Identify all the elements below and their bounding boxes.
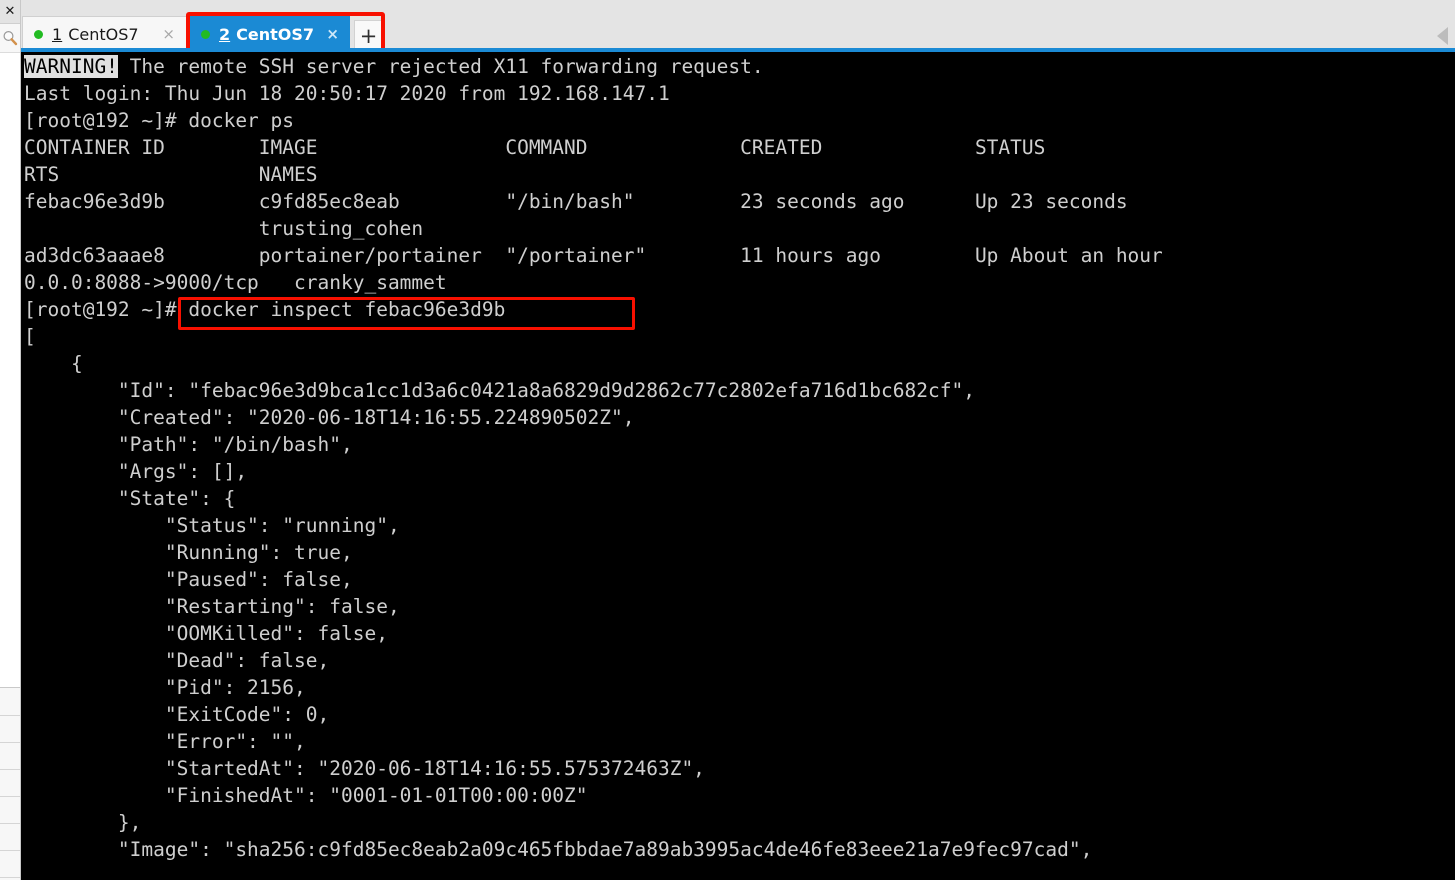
plus-icon: +	[359, 24, 378, 48]
terminal-line-json-error: "Error": "",	[24, 730, 306, 753]
close-icon[interactable]: ✕	[0, 0, 20, 24]
tab-index-label: 2	[219, 24, 231, 44]
terminal-app-window: ✕ 1 CentOS7 × 2 CentOS7 × + WARNING! The…	[0, 0, 1455, 880]
terminal-line-json-id: "Id": "febac96e3d9bca1cc1d3a6c0421a8a682…	[24, 379, 975, 402]
warning-badge: WARNING!	[24, 55, 118, 78]
terminal-line-json-paused: "Paused": false,	[24, 568, 353, 591]
tab-centos7-2[interactable]: 2 CentOS7 ×	[190, 16, 350, 52]
list-item[interactable]	[0, 851, 20, 878]
terminal-line-last-login: Last login: Thu Jun 18 20:50:17 2020 fro…	[24, 82, 670, 105]
list-item[interactable]	[0, 743, 20, 770]
terminal-line-json-state-open: "State": {	[24, 487, 236, 510]
close-icon-glyph: ✕	[4, 4, 16, 19]
terminal-line-json-restarting: "Restarting": false,	[24, 595, 400, 618]
terminal-line-json-finishedat: "FinishedAt": "0001-01-01T00:00:00Z"	[24, 784, 588, 807]
terminal-line-ps-header-2: RTS NAMES	[24, 163, 318, 186]
list-item[interactable]	[0, 824, 20, 851]
terminal-line-warning: WARNING! The remote SSH server rejected …	[24, 53, 1455, 80]
search-icon[interactable]	[0, 24, 20, 51]
list-item[interactable]	[0, 716, 20, 743]
terminal-line-ps-row-2b: 0.0.0:8088->9000/tcp cranky_sammet	[24, 271, 447, 294]
terminal-line-text: The remote SSH server rejected X11 forwa…	[117, 55, 764, 78]
tab-close-icon[interactable]: ×	[162, 27, 175, 42]
terminal-line-json-created: "Created": "2020-06-18T14:16:55.22489050…	[24, 406, 635, 429]
terminal-line-json-image: "Image": "sha256:c9fd85ec8eab2a09c465fbb…	[24, 838, 1093, 861]
terminal-line-json-pid: "Pid": 2156,	[24, 676, 306, 699]
tab-index-label: 1	[52, 25, 63, 44]
tab-title-label: CentOS7	[68, 25, 139, 44]
terminal-line-ps-row-1b: trusting_cohen	[24, 217, 424, 240]
terminal-line-ps-header-1: CONTAINER ID IMAGE COMMAND CREATED STATU…	[24, 136, 1046, 159]
tab-title-label: CentOS7	[236, 24, 315, 44]
terminal-line-json-oomkilled: "OOMKilled": false,	[24, 622, 388, 645]
terminal-line-json-open-brace: {	[24, 352, 83, 375]
tab-bar: 1 CentOS7 × 2 CentOS7 × +	[21, 0, 1455, 52]
tab-close-icon[interactable]: ×	[326, 26, 339, 42]
sidebar-row-list	[0, 689, 20, 880]
terminal-line-prompt-docker-inspect: [root@192 ~]# docker inspect febac96e3d9…	[24, 298, 506, 321]
terminal-line-ps-row-2a: ad3dc63aaae8 portainer/portainer "/porta…	[24, 244, 1163, 267]
terminal-line-json-args: "Args": [],	[24, 460, 248, 483]
left-sidebar: ✕	[0, 0, 21, 880]
terminal-line-json-startedat: "StartedAt": "2020-06-18T14:16:55.575372…	[24, 757, 705, 780]
collapse-arrow-icon[interactable]	[1437, 27, 1448, 45]
tab-centos7-1[interactable]: 1 CentOS7 ×	[22, 16, 187, 52]
terminal-line-ps-row-1a: febac96e3d9b c9fd85ec8eab "/bin/bash" 23…	[24, 190, 1128, 213]
terminal-line-json-state-close: },	[24, 811, 142, 834]
terminal-output-pane[interactable]: WARNING! The remote SSH server rejected …	[21, 52, 1455, 880]
terminal-line-json-exitcode: "ExitCode": 0,	[24, 703, 330, 726]
terminal-line-json-open-bracket: [	[24, 325, 36, 348]
terminal-line-prompt-docker-ps: [root@192 ~]# docker ps	[24, 109, 295, 132]
terminal-text-container: WARNING! The remote SSH server rejected …	[24, 53, 1455, 863]
list-item[interactable]	[0, 797, 20, 824]
status-dot-icon	[34, 30, 43, 39]
list-item[interactable]	[0, 689, 20, 716]
terminal-line-json-path: "Path": "/bin/bash",	[24, 433, 353, 456]
sidebar-panel[interactable]	[0, 52, 20, 688]
terminal-line-json-status: "Status": "running",	[24, 514, 400, 537]
list-item[interactable]	[0, 770, 20, 797]
status-dot-icon	[201, 29, 210, 39]
terminal-line-json-dead: "Dead": false,	[24, 649, 330, 672]
terminal-line-json-running: "Running": true,	[24, 541, 353, 564]
